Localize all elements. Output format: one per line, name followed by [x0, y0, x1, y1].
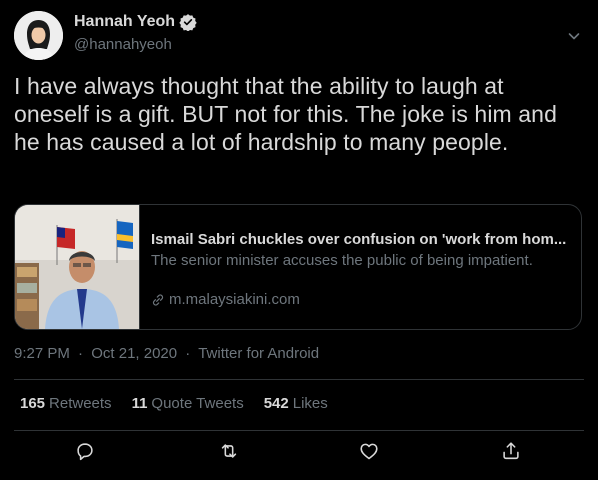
- link-card-description: The senior minister accuses the public o…: [151, 252, 533, 269]
- meta-separator: ·: [78, 345, 84, 362]
- chevron-down-icon[interactable]: [566, 28, 582, 44]
- retweet-icon[interactable]: [218, 440, 240, 462]
- tweet-actions: [0, 440, 598, 470]
- author-name-row[interactable]: Hannah Yeoh: [74, 13, 197, 32]
- retweets-label: Retweets: [49, 395, 112, 412]
- author-name[interactable]: Hannah Yeoh: [74, 13, 175, 31]
- divider: [14, 430, 584, 431]
- author-handle[interactable]: @hannahyeoh: [74, 36, 172, 53]
- link-icon: [151, 293, 165, 307]
- likes-count: 542: [263, 395, 289, 412]
- link-card[interactable]: Ismail Sabri chuckles over confusion on …: [14, 204, 582, 330]
- link-card-title[interactable]: Ismail Sabri chuckles over confusion on …: [151, 231, 571, 248]
- likes-label: Likes: [292, 395, 328, 412]
- divider: [14, 379, 584, 380]
- tweet-text: I have always thought that the ability t…: [14, 73, 557, 155]
- link-card-thumbnail: [15, 205, 140, 329]
- quote-tweets-count: 11: [131, 395, 148, 412]
- retweets-stat[interactable]: 165 Retweets: [20, 395, 112, 412]
- link-card-domain: m.malaysiakini.com: [169, 291, 300, 308]
- quote-tweets-label: Quote Tweets: [151, 395, 244, 412]
- meta-separator: ·: [185, 345, 191, 362]
- likes-stat[interactable]: 542 Likes: [264, 395, 328, 412]
- link-card-domain-row: m.malaysiakini.com: [151, 291, 300, 308]
- retweets-count: 165: [20, 395, 46, 412]
- share-icon[interactable]: [500, 440, 522, 462]
- tweet-date[interactable]: Oct 21, 2020: [91, 345, 177, 362]
- tweet-source[interactable]: Twitter for Android: [198, 345, 319, 362]
- tweet-meta: 9:27 PM · Oct 21, 2020 · Twitter for And…: [14, 345, 319, 362]
- tweet-stats: 165 Retweets 11 Quote Tweets 542 Likes: [20, 395, 328, 412]
- avatar[interactable]: [14, 11, 63, 60]
- tweet-time[interactable]: 9:27 PM: [14, 345, 70, 362]
- tweet: Hannah Yeoh @hannahyeoh I have always th…: [0, 0, 598, 480]
- reply-icon[interactable]: [74, 440, 96, 462]
- quote-tweets-stat[interactable]: 11 Quote Tweets: [132, 395, 244, 412]
- verified-badge-icon: [179, 13, 197, 32]
- like-icon[interactable]: [358, 440, 380, 462]
